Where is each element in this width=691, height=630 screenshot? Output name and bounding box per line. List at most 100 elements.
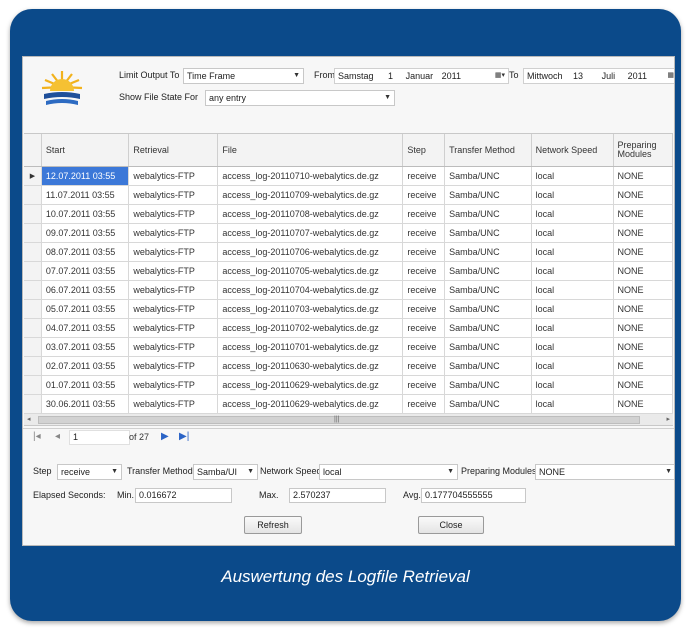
row-header[interactable] xyxy=(24,299,42,319)
table-cell[interactable]: local xyxy=(531,318,614,338)
table-cell[interactable]: NONE xyxy=(613,299,673,319)
table-cell[interactable]: 08.07.2011 03:55 xyxy=(41,242,130,262)
table-cell[interactable]: access_log-20110710-webalytics.de.gz xyxy=(217,166,404,186)
table-cell[interactable]: local xyxy=(531,185,614,205)
table-row[interactable]: 08.07.2011 03:55 webalytics-FTP access_log… xyxy=(24,242,673,262)
table-cell[interactable]: access_log-20110630-webalytics.de.gz xyxy=(217,356,404,376)
table-row[interactable]: 04.07.2011 03:55 webalytics-FTP access_log… xyxy=(24,318,673,338)
close-button[interactable]: Close xyxy=(418,516,484,534)
row-header[interactable] xyxy=(24,337,42,357)
table-cell[interactable]: webalytics-FTP xyxy=(128,299,219,319)
table-cell[interactable]: receive xyxy=(402,185,446,205)
table-cell[interactable]: 04.07.2011 03:55 xyxy=(41,318,130,338)
table-cell[interactable]: NONE xyxy=(613,185,673,205)
table-row[interactable]: 05.07.2011 03:55 webalytics-FTP access_log… xyxy=(24,299,673,319)
table-cell[interactable]: receive xyxy=(402,356,446,376)
row-header[interactable] xyxy=(24,318,42,338)
table-cell[interactable]: local xyxy=(531,356,614,376)
table-cell[interactable]: Samba/UNC xyxy=(444,356,532,376)
table-cell[interactable]: access_log-20110702-webalytics.de.gz xyxy=(217,318,404,338)
table-cell[interactable]: NONE xyxy=(613,337,673,357)
table-row[interactable]: 01.07.2011 03:55 webalytics-FTP access_log… xyxy=(24,375,673,395)
row-header[interactable] xyxy=(24,204,42,224)
table-cell[interactable]: 03.07.2011 03:55 xyxy=(41,337,130,357)
table-cell[interactable]: 12.07.2011 03:55 xyxy=(41,166,130,186)
table-row[interactable]: 03.07.2011 03:55 webalytics-FTP access_log… xyxy=(24,337,673,357)
table-cell[interactable]: NONE xyxy=(613,375,673,395)
first-record-icon[interactable]: |◂ xyxy=(33,431,41,442)
current-row-indicator-icon[interactable]: ▶ xyxy=(24,166,42,186)
table-cell[interactable]: Samba/UNC xyxy=(444,166,532,186)
row-header[interactable] xyxy=(24,375,42,395)
table-cell[interactable]: Samba/UNC xyxy=(444,261,532,281)
table-row[interactable]: 07.07.2011 03:55 webalytics-FTP access_log… xyxy=(24,261,673,281)
row-header[interactable] xyxy=(24,261,42,281)
table-cell[interactable]: 06.07.2011 03:55 xyxy=(41,280,130,300)
table-cell[interactable]: receive xyxy=(402,299,446,319)
max-value-field[interactable]: 2.570237 xyxy=(289,488,386,503)
table-cell[interactable]: webalytics-FTP xyxy=(128,394,219,414)
table-cell[interactable]: Samba/UNC xyxy=(444,242,532,262)
table-cell[interactable]: receive xyxy=(402,261,446,281)
table-cell[interactable]: local xyxy=(531,261,614,281)
avg-value-field[interactable]: 0.177704555555 xyxy=(421,488,526,503)
table-cell[interactable]: local xyxy=(531,242,614,262)
table-cell[interactable]: local xyxy=(531,299,614,319)
record-position-input[interactable]: 1 xyxy=(69,430,130,445)
table-row[interactable]: 30.06.2011 03:55 webalytics-FTP access_log… xyxy=(24,394,673,414)
table-cell[interactable]: local xyxy=(531,375,614,395)
row-header[interactable] xyxy=(24,185,42,205)
table-cell[interactable]: 09.07.2011 03:55 xyxy=(41,223,130,243)
table-cell[interactable]: receive xyxy=(402,242,446,262)
horizontal-scrollbar[interactable]: ◂ ||| ▸ xyxy=(24,414,673,426)
table-row[interactable]: ▶ 12.07.2011 03:55 webalytics-FTP access_lo… xyxy=(24,166,673,186)
table-cell[interactable]: NONE xyxy=(613,242,673,262)
row-header[interactable] xyxy=(24,242,42,262)
table-cell[interactable]: access_log-20110703-webalytics.de.gz xyxy=(217,299,404,319)
network-speed-select[interactable]: local ▼ xyxy=(319,464,458,480)
table-cell[interactable]: receive xyxy=(402,318,446,338)
table-cell[interactable]: webalytics-FTP xyxy=(128,280,219,300)
table-row[interactable]: 06.07.2011 03:55 webalytics-FTP access_log… xyxy=(24,280,673,300)
table-cell[interactable]: 07.07.2011 03:55 xyxy=(41,261,130,281)
table-cell[interactable]: NONE xyxy=(613,223,673,243)
previous-record-icon[interactable]: ◂ xyxy=(55,431,60,442)
column-header-transfer-method[interactable]: Transfer Method xyxy=(444,134,532,167)
table-cell[interactable]: receive xyxy=(402,337,446,357)
table-cell[interactable]: local xyxy=(531,204,614,224)
table-cell[interactable]: NONE xyxy=(613,204,673,224)
min-value-field[interactable]: 0.016672 xyxy=(135,488,232,503)
table-cell[interactable]: NONE xyxy=(613,261,673,281)
column-header-file[interactable]: File xyxy=(217,134,404,167)
table-cell[interactable]: access_log-20110706-webalytics.de.gz xyxy=(217,242,404,262)
table-cell[interactable]: NONE xyxy=(613,356,673,376)
column-header-start[interactable]: Start xyxy=(41,134,130,167)
table-row[interactable]: 10.07.2011 03:55 webalytics-FTP access_log… xyxy=(24,204,673,224)
table-cell[interactable]: NONE xyxy=(613,280,673,300)
table-cell[interactable]: receive xyxy=(402,280,446,300)
table-cell[interactable]: 05.07.2011 03:55 xyxy=(41,299,130,319)
table-cell[interactable]: access_log-20110701-webalytics.de.gz xyxy=(217,337,404,357)
table-cell[interactable]: local xyxy=(531,394,614,414)
last-record-icon[interactable]: ▶| xyxy=(179,431,189,442)
to-date-picker[interactable]: Mittwoch 13 Juli 2011 ▦ xyxy=(523,68,674,84)
table-cell[interactable]: receive xyxy=(402,204,446,224)
table-cell[interactable]: Samba/UNC xyxy=(444,185,532,205)
table-cell[interactable]: webalytics-FTP xyxy=(128,223,219,243)
table-cell[interactable]: local xyxy=(531,166,614,186)
preparing-modules-select[interactable]: NONE ▼ xyxy=(535,464,674,480)
calendar-icon[interactable]: ▦▾ xyxy=(495,69,505,83)
from-date-picker[interactable]: Samstag 1 Januar 2011 ▦▾ xyxy=(334,68,509,84)
table-cell[interactable]: webalytics-FTP xyxy=(128,204,219,224)
table-cell[interactable]: receive xyxy=(402,166,446,186)
file-state-select[interactable]: any entry ▼ xyxy=(205,90,395,106)
table-row[interactable]: 11.07.2011 03:55 webalytics-FTP access_log… xyxy=(24,185,673,205)
table-cell[interactable]: Samba/UNC xyxy=(444,299,532,319)
next-record-icon[interactable]: ▶ xyxy=(161,431,169,442)
table-cell[interactable]: access_log-20110707-webalytics.de.gz xyxy=(217,223,404,243)
limit-output-select[interactable]: Time Frame ▼ xyxy=(183,68,304,84)
table-cell[interactable]: 10.07.2011 03:55 xyxy=(41,204,130,224)
column-header-network-speed[interactable]: Network Speed xyxy=(531,134,614,167)
table-cell[interactable]: webalytics-FTP xyxy=(128,337,219,357)
table-cell[interactable]: NONE xyxy=(613,318,673,338)
